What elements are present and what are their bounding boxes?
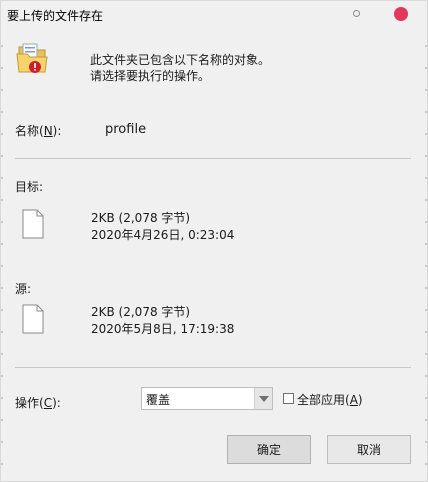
target-document-icon	[22, 209, 44, 239]
action-label-suffix: ):	[52, 396, 61, 410]
cancel-button[interactable]: 取消	[327, 435, 411, 464]
source-label: 源:	[15, 282, 32, 296]
name-label-prefix: 名称(	[15, 124, 44, 138]
file-name-value: profile	[105, 122, 147, 137]
dialog-message: 此文件夹已包含以下名称的对象。 请选择要执行的操作。	[90, 52, 270, 84]
target-size: 2KB (2,078 字节)	[91, 211, 191, 225]
action-label-accesskey: C	[43, 396, 53, 410]
ok-button[interactable]: 确定	[227, 435, 311, 464]
apply-all-label[interactable]: 全部应用(A)	[297, 391, 363, 408]
source-file-info: 2KB (2,078 字节) 2020年5月8日, 17:19:38	[91, 304, 234, 338]
action-label: 操作(C):	[15, 394, 61, 411]
separator-bottom	[15, 367, 411, 368]
action-label-prefix: 操作(	[15, 396, 44, 410]
action-select[interactable]: 覆盖	[141, 387, 273, 410]
title-bar[interactable]: 要上传的文件存在	[1, 1, 427, 29]
close-button[interactable]	[394, 7, 408, 21]
name-label-accesskey: N	[43, 124, 53, 138]
message-line-2: 请选择要执行的操作。	[90, 69, 211, 83]
left-edge-decoration	[1, 1, 3, 482]
target-date: 2020年4月26日, 0:23:04	[91, 228, 235, 242]
source-date: 2020年5月8日, 17:19:38	[91, 322, 235, 336]
dialog-window: 要上传的文件存在 此文件夹已包含以下名称的对象。 请选择要执行的操作。 名称(N…	[0, 0, 428, 482]
source-size: 2KB (2,078 字节)	[91, 305, 191, 319]
separator-top	[15, 158, 411, 159]
folder-warning-icon	[16, 43, 48, 73]
apply-all-checkbox[interactable]	[283, 393, 294, 404]
name-label-suffix: ):	[52, 124, 62, 138]
action-select-value: 覆盖	[146, 393, 171, 407]
target-label: 目标:	[15, 180, 44, 194]
pin-icon[interactable]	[353, 10, 360, 17]
right-edge-decoration	[425, 1, 427, 482]
apply-all-suffix: )	[357, 393, 363, 407]
source-document-icon	[22, 304, 44, 334]
target-file-info: 2KB (2,078 字节) 2020年4月26日, 0:23:04	[91, 210, 234, 244]
chevron-down-icon[interactable]	[254, 388, 272, 409]
apply-all-prefix: 全部应用(	[297, 393, 350, 407]
apply-all-accesskey: A	[349, 393, 358, 407]
message-line-1: 此文件夹已包含以下名称的对象。	[90, 53, 271, 67]
window-title: 要上传的文件存在	[7, 9, 104, 23]
name-label: 名称(N):	[15, 122, 61, 139]
